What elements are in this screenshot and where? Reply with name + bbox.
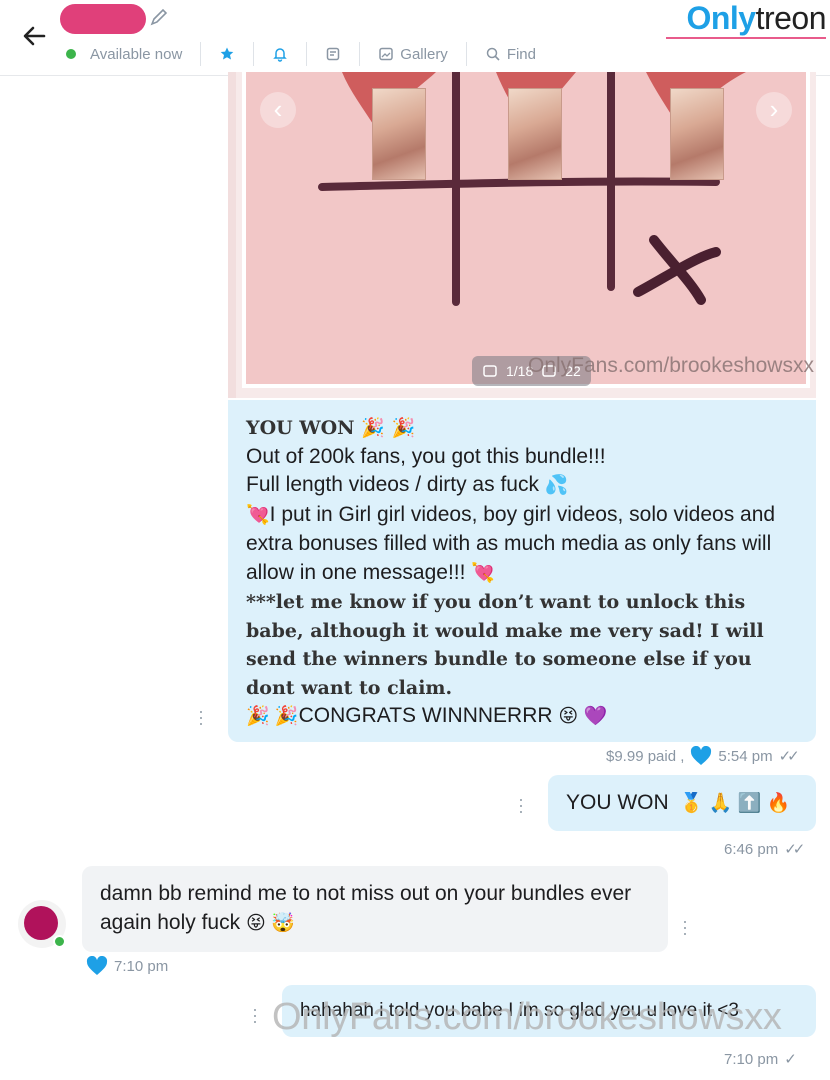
online-status-icon xyxy=(66,49,76,59)
brand-logo: Onlytreon xyxy=(686,0,826,37)
message-time: 5:54 pm xyxy=(718,747,773,765)
message-time: 6:46 pm xyxy=(724,840,779,858)
price-paid: $9.99 paid , xyxy=(606,747,685,765)
msg-line-5-row: 🎉 🎉CONGRATS WINNNERRR 😝 💜 xyxy=(246,702,798,732)
party-popper-icon: 🎉 🎉 xyxy=(246,706,299,727)
medal-icons: 🥇 🙏 ⬆️ 🔥 xyxy=(674,793,791,814)
brand-underline xyxy=(666,37,826,39)
tic-tac-toe-image: ‹ › 1/18 22 OnlyFans.com/brookeshowsxx xyxy=(242,72,814,388)
msg-line-3: I put in Girl girl videos, boy girl vide… xyxy=(246,502,776,584)
msg-line-2-row: Full length videos / dirty as fuck 💦 xyxy=(246,471,798,501)
media-watermark: OnlyFans.com/brookeshowsxx xyxy=(528,354,814,377)
msg-line-4: ***let me know if you don’t want to unlo… xyxy=(246,591,764,699)
msg-title: YOU WON xyxy=(246,417,355,439)
divider xyxy=(359,42,361,66)
message-bubble-incoming[interactable]: damn bb remind me to not miss out on you… xyxy=(82,866,668,952)
msg-line-2: Full length videos / dirty as fuck xyxy=(246,473,539,496)
page-watermark: OnlyFans.com/brookeshowsxx xyxy=(272,996,782,1038)
avatar[interactable] xyxy=(18,900,66,948)
star-icon[interactable] xyxy=(219,46,235,62)
gallery-button[interactable]: Gallery xyxy=(378,46,448,63)
heart-arrow-icon: 💘 xyxy=(246,504,270,526)
grin-purple-heart-icon: 😝 💜 xyxy=(558,706,608,727)
photo-thumb-1 xyxy=(372,88,426,180)
find-label: Find xyxy=(506,45,536,63)
gallery-icon xyxy=(379,47,394,61)
heart-arrow-icon: 💘 xyxy=(471,562,495,584)
more-options-icon[interactable]: · · · xyxy=(198,702,204,732)
more-options-icon[interactable]: · · · xyxy=(518,790,524,820)
message-meta-1: $9.99 paid , 5:54 pm ✓✓ xyxy=(606,746,800,766)
double-check-icon: ✓✓ xyxy=(784,841,805,858)
like-heart-icon[interactable] xyxy=(690,746,712,766)
message-meta-4: 7:10 pm ✓ xyxy=(724,1050,797,1069)
gallery-label: Gallery xyxy=(400,45,448,63)
msg-line-5: CONGRATS WINNNERRR xyxy=(298,704,553,727)
divider xyxy=(200,42,202,66)
grin-exploding-icon: 😝 🤯 xyxy=(245,912,295,934)
chat-page: Available now Gallery Find Onlytreon ‹ ›… xyxy=(0,0,830,1080)
online-status-icon xyxy=(53,935,66,948)
brand-right: treon xyxy=(755,0,827,36)
note-icon[interactable] xyxy=(325,46,341,62)
more-options-icon[interactable]: · · · xyxy=(682,912,688,942)
search-icon xyxy=(486,47,500,61)
status-label: Available now xyxy=(90,45,183,63)
find-button[interactable]: Find xyxy=(485,46,536,63)
msg-line-1: Out of 200k fans, you got this bundle!!! xyxy=(246,444,606,468)
photo-thumb-2 xyxy=(508,88,562,180)
pencil-icon[interactable] xyxy=(148,6,170,28)
photo-thumb-3 xyxy=(670,88,724,180)
back-arrow-icon[interactable] xyxy=(18,20,50,52)
msg-text: damn bb remind me to not miss out on you… xyxy=(100,882,632,934)
brand-left: Only xyxy=(686,0,756,36)
message-time: 7:10 pm xyxy=(114,957,169,975)
image-count-icon xyxy=(483,365,497,377)
chat-toolbar: Available now Gallery Find xyxy=(66,40,536,68)
divider xyxy=(253,42,255,66)
msg-text: YOU WON xyxy=(566,791,669,814)
party-popper-icon: 🎉 🎉 xyxy=(361,417,416,439)
double-check-icon: ✓✓ xyxy=(778,748,800,765)
prev-arrow-icon[interactable]: ‹ xyxy=(260,92,296,128)
message-meta-2: 6:46 pm ✓✓ xyxy=(724,840,805,859)
more-options-icon[interactable]: · · · xyxy=(252,1000,258,1030)
next-arrow-icon[interactable]: › xyxy=(756,92,792,128)
msg-line-3-row: 💘I put in Girl girl videos, boy girl vid… xyxy=(246,501,798,589)
redacted-username xyxy=(60,4,146,34)
media-preview[interactable]: ‹ › 1/18 22 OnlyFans.com/brookeshowsxx xyxy=(228,72,816,398)
bell-icon[interactable] xyxy=(272,46,288,62)
check-icon: ✓ xyxy=(784,1051,796,1068)
message-bubble-you-won[interactable]: YOU WON 🥇 🙏 ⬆️ 🔥 xyxy=(548,775,816,831)
like-heart-icon[interactable] xyxy=(86,956,108,976)
divider xyxy=(306,42,308,66)
msg-title-row: YOU WON 🎉 🎉 xyxy=(246,414,798,443)
message-meta-3: 7:10 pm xyxy=(86,956,168,976)
chat-header: Available now Gallery Find Onlytreon xyxy=(0,0,830,76)
avatar-image xyxy=(24,906,58,940)
divider xyxy=(465,42,467,66)
message-time: 7:10 pm xyxy=(724,1050,779,1068)
sweat-droplets-icon: 💦 xyxy=(544,475,569,496)
message-bubble-bundle[interactable]: YOU WON 🎉 🎉 Out of 200k fans, you got th… xyxy=(228,400,816,742)
